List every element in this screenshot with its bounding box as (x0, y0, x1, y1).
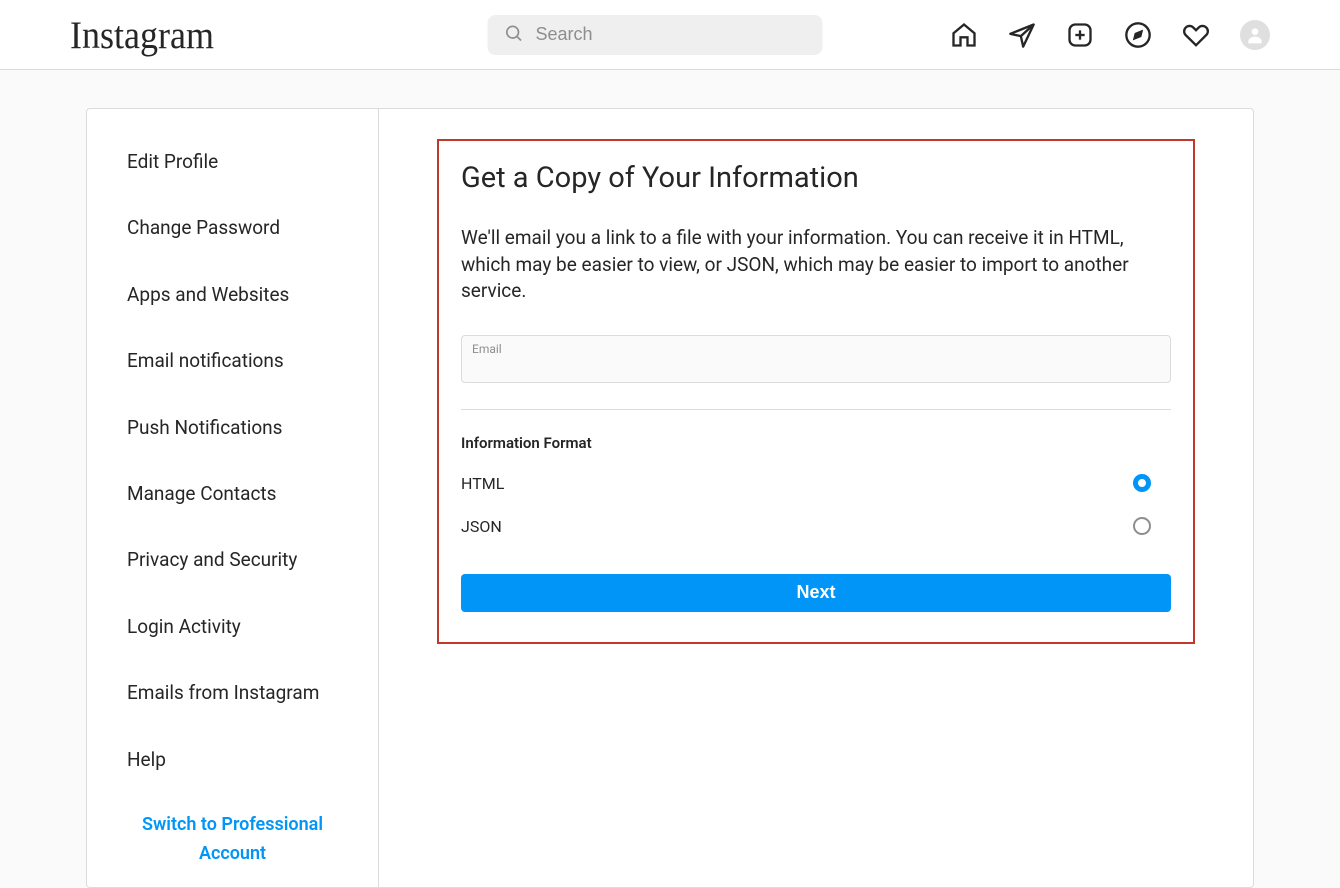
settings-content: Get a Copy of Your Information We'll ema… (379, 109, 1253, 887)
sidebar-item-apps-websites[interactable]: Apps and Websites (87, 262, 378, 328)
format-option-html[interactable]: HTML (461, 474, 1151, 493)
sidebar-item-push-notifications[interactable]: Push Notifications (87, 395, 378, 461)
settings-sidebar: Edit Profile Change Password Apps and We… (87, 109, 379, 887)
explore-icon[interactable] (1124, 21, 1152, 49)
format-label-html: HTML (461, 474, 504, 493)
search-input[interactable] (536, 24, 807, 45)
radio-json[interactable] (1133, 517, 1151, 535)
search-box[interactable] (488, 15, 823, 55)
page-description: We'll email you a link to a file with yo… (461, 225, 1171, 305)
sidebar-item-login-activity[interactable]: Login Activity (87, 594, 378, 660)
messages-icon[interactable] (1008, 21, 1036, 49)
activity-icon[interactable] (1182, 21, 1210, 49)
email-field[interactable]: Email (461, 335, 1171, 383)
radio-html[interactable] (1133, 474, 1151, 492)
sidebar-item-manage-contacts[interactable]: Manage Contacts (87, 461, 378, 527)
instagram-logo[interactable]: Instagram (70, 11, 214, 57)
email-label: Email (472, 342, 1160, 356)
switch-professional-link[interactable]: Switch to Professional Account (87, 793, 378, 887)
format-label-json: JSON (461, 517, 502, 536)
sidebar-item-help[interactable]: Help (87, 727, 378, 793)
new-post-icon[interactable] (1066, 21, 1094, 49)
format-option-json[interactable]: JSON (461, 517, 1151, 536)
nav-icons (950, 20, 1270, 50)
search-icon (504, 23, 524, 47)
top-header: Instagram (0, 0, 1340, 70)
highlighted-region: Get a Copy of Your Information We'll ema… (437, 139, 1195, 644)
sidebar-item-emails-from-instagram[interactable]: Emails from Instagram (87, 660, 378, 726)
home-icon[interactable] (950, 21, 978, 49)
page-title: Get a Copy of Your Information (461, 161, 1171, 195)
sidebar-item-edit-profile[interactable]: Edit Profile (87, 129, 378, 195)
sidebar-item-email-notifications[interactable]: Email notifications (87, 328, 378, 394)
profile-avatar[interactable] (1240, 20, 1270, 50)
divider (461, 409, 1171, 410)
format-section-label: Information Format (461, 434, 1171, 452)
next-button[interactable]: Next (461, 574, 1171, 612)
sidebar-item-change-password[interactable]: Change Password (87, 195, 378, 261)
sidebar-item-privacy-security[interactable]: Privacy and Security (87, 527, 378, 593)
settings-container: Edit Profile Change Password Apps and We… (86, 108, 1254, 888)
